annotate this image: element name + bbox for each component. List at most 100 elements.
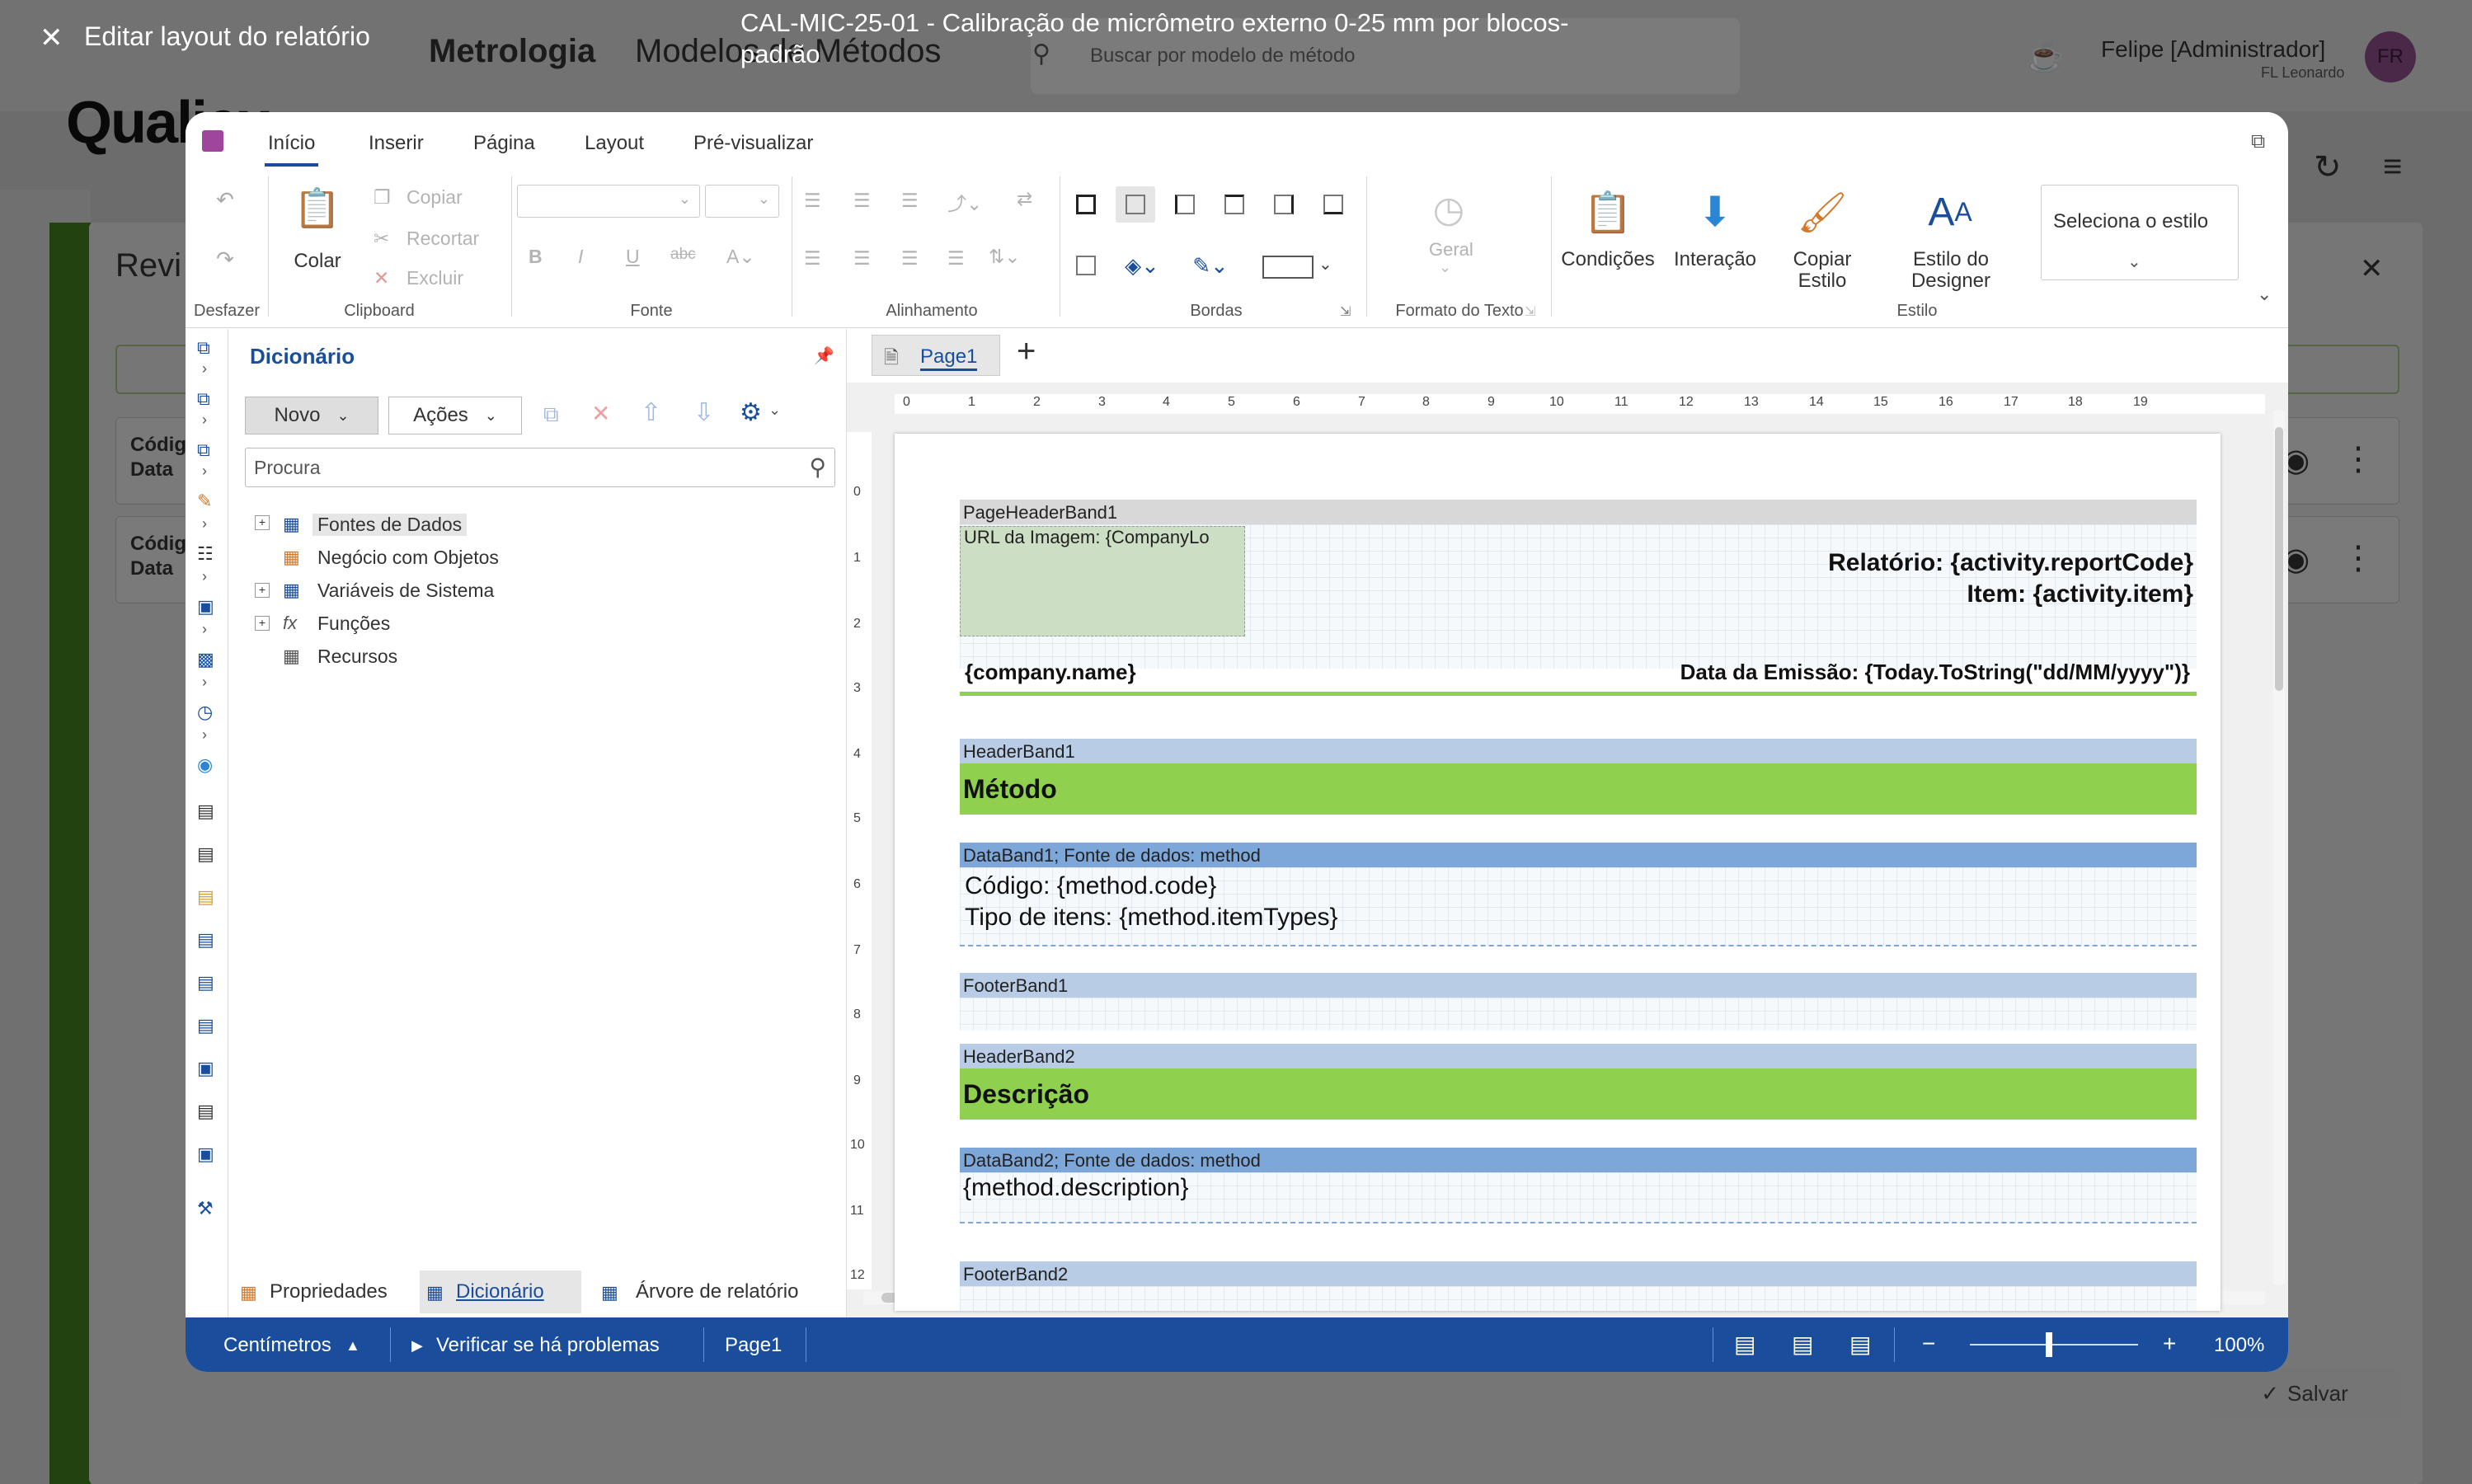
tree-item-data-sources[interactable]: Fontes de Dados — [313, 514, 468, 536]
align-top-icon[interactable]: ☰ — [804, 190, 821, 212]
search-icon[interactable]: ⚲ — [809, 453, 826, 481]
footer-band1-title[interactable]: FooterBand1 — [960, 973, 2197, 998]
vertical-scrollbar-thumb[interactable] — [2275, 427, 2283, 691]
align-center-icon[interactable]: ☰ — [853, 247, 871, 270]
group-header-band-icon[interactable]: ▤ — [197, 929, 214, 951]
method-description-text[interactable]: {method.description} — [963, 1174, 1189, 1202]
border-right-icon[interactable] — [1274, 195, 1294, 214]
data-band2-title[interactable]: DataBand2; Fonte de dados: method — [960, 1148, 2197, 1172]
tab-report-tree[interactable]: Árvore de relatório — [636, 1280, 798, 1303]
settings-gear-icon[interactable]: ⚙ — [740, 398, 762, 427]
play-icon[interactable]: ▶ — [411, 1337, 423, 1355]
zoom-slider-track[interactable] — [1970, 1344, 2138, 1345]
page-header-band-icon[interactable]: ▤ — [197, 801, 214, 822]
border-left-icon[interactable] — [1175, 195, 1195, 214]
report-code-text[interactable]: Relatório: {activity.reportCode} — [1828, 549, 2193, 577]
expand-icon[interactable]: + — [255, 583, 270, 598]
method-item-types-text[interactable]: Tipo de itens: {method.itemTypes} — [965, 904, 1337, 932]
move-up-icon[interactable]: ⇧ — [641, 398, 661, 427]
bold-icon[interactable]: B — [529, 246, 543, 268]
cut-label[interactable]: Recortar — [407, 228, 479, 250]
designer-style-label-1[interactable]: Estilo do — [1889, 249, 2013, 270]
chevron-right-icon[interactable]: › — [202, 674, 207, 691]
footer-band1-area[interactable] — [960, 998, 2197, 1031]
company-logo-image[interactable]: URL da Imagem: {CompanyLo — [960, 526, 1245, 636]
zoom-slider-thumb[interactable] — [2046, 1332, 2052, 1357]
pin-icon[interactable]: 📌 — [814, 345, 834, 366]
border-all-icon[interactable] — [1076, 195, 1096, 214]
header-band-icon[interactable]: ▤ — [197, 886, 214, 908]
report-title-band-icon[interactable]: ▤ — [197, 843, 214, 865]
tree-item-business-objects[interactable]: Negócio com Objetos — [317, 547, 499, 569]
band-icon[interactable]: ⧉ — [197, 337, 210, 359]
delete-icon[interactable]: ✕ — [374, 267, 389, 289]
status-page-label[interactable]: Page1 — [725, 1334, 782, 1357]
border-none-icon[interactable] — [1126, 195, 1145, 214]
interaction-icon[interactable]: ⬇ — [1686, 183, 1744, 241]
font-family-select[interactable]: ⌄ — [517, 185, 700, 218]
chart-icon[interactable]: ▩ — [197, 649, 214, 670]
chevron-right-icon[interactable]: › — [202, 360, 207, 378]
restore-window-icon[interactable]: ⧉ — [2251, 130, 2265, 153]
text-format-label[interactable]: Geral — [1429, 239, 1473, 261]
delete-label[interactable]: Excluir — [407, 267, 463, 289]
font-size-select[interactable]: ⌄ — [705, 185, 779, 218]
align-justify-icon[interactable]: ☰ — [947, 247, 965, 270]
paste-icon[interactable]: 📋 — [293, 181, 342, 234]
chevron-right-icon[interactable]: › — [202, 726, 207, 744]
word-wrap-icon[interactable]: ⇄ — [1017, 188, 1032, 210]
tab-pagina[interactable]: Página — [473, 132, 535, 155]
border-style-icon[interactable] — [1262, 256, 1314, 279]
tab-pre-visualizar[interactable]: Pré-visualizar — [693, 132, 813, 155]
tree-item-system-variables[interactable]: Variáveis de Sistema — [317, 580, 494, 602]
tab-inserir[interactable]: Inserir — [369, 132, 424, 155]
close-icon[interactable]: ✕ — [40, 21, 63, 54]
shape-icon[interactable]: ✎ — [197, 491, 212, 512]
view-one-page-icon[interactable]: ▤ — [1734, 1331, 1755, 1358]
data-band-icon[interactable]: ▤ — [197, 972, 214, 993]
tree-item-resources[interactable]: Recursos — [317, 646, 397, 668]
fill-color-icon[interactable]: ◈⌄ — [1117, 251, 1167, 280]
emission-date-text[interactable]: Data da Emissão: {Today.ToString("dd/MM/… — [1680, 660, 2190, 685]
save-icon[interactable] — [202, 130, 223, 152]
ribbon-collapse-icon[interactable]: ⌄ — [2257, 284, 2272, 305]
gauge-icon[interactable]: ◷ — [197, 702, 213, 723]
new-button[interactable]: Novo ⌄ — [245, 397, 378, 434]
view-100-icon[interactable]: ▤ — [1849, 1331, 1871, 1358]
copy-icon[interactable]: ❐ — [374, 186, 391, 209]
copy-style-label-1[interactable]: Copiar — [1770, 249, 1874, 270]
tools-icon[interactable]: ⚒ — [197, 1198, 214, 1219]
move-down-icon[interactable]: ⇩ — [693, 398, 714, 427]
expand-icon[interactable]: + — [255, 515, 270, 530]
actions-button[interactable]: Ações ⌄ — [388, 397, 522, 434]
panel-icon[interactable]: ▣ — [197, 1058, 214, 1079]
tab-layout[interactable]: Layout — [585, 132, 644, 155]
underline-icon[interactable]: U — [626, 246, 640, 268]
tab-inicio[interactable]: Início — [264, 132, 319, 167]
cross-band-icon[interactable]: ⧉ — [197, 388, 210, 410]
caret-up-icon[interactable]: ▲ — [345, 1337, 360, 1355]
conditions-label[interactable]: Condições — [1556, 249, 1660, 270]
paste-label[interactable]: Colar — [283, 251, 352, 272]
undo-icon[interactable]: ↶ — [210, 185, 240, 214]
footer-band-icon[interactable]: ▤ — [197, 1015, 214, 1036]
style-select[interactable]: Seleciona o estilo ⌄ — [2041, 185, 2239, 280]
method-title-bar[interactable]: Método — [960, 763, 2197, 815]
footer-band2-area[interactable] — [960, 1286, 2197, 1311]
page-header-band-title[interactable]: PageHeaderBand1 — [960, 500, 2197, 524]
align-middle-icon[interactable]: ☰ — [853, 190, 871, 212]
item-text[interactable]: Item: {activity.item} — [1967, 580, 2193, 608]
chevron-down-icon[interactable]: ⌄ — [1318, 254, 1332, 275]
chevron-right-icon[interactable]: › — [202, 568, 207, 585]
map-icon[interactable]: ◉ — [197, 754, 213, 776]
company-name-text[interactable]: {company.name} — [965, 660, 1136, 685]
text-rotate-icon[interactable]: ⤴⌄ — [947, 188, 982, 216]
italic-icon[interactable]: I — [578, 246, 583, 268]
dialog-launcher-icon[interactable]: ⇲ — [1340, 303, 1351, 320]
cut-icon[interactable]: ✂ — [374, 228, 389, 250]
chevron-right-icon[interactable]: › — [202, 463, 207, 480]
interaction-label[interactable]: Interação — [1663, 249, 1767, 270]
header-band1-title[interactable]: HeaderBand1 — [960, 739, 2197, 763]
border-color-icon[interactable]: ✎⌄ — [1183, 251, 1238, 280]
border-top-icon[interactable] — [1224, 195, 1244, 214]
